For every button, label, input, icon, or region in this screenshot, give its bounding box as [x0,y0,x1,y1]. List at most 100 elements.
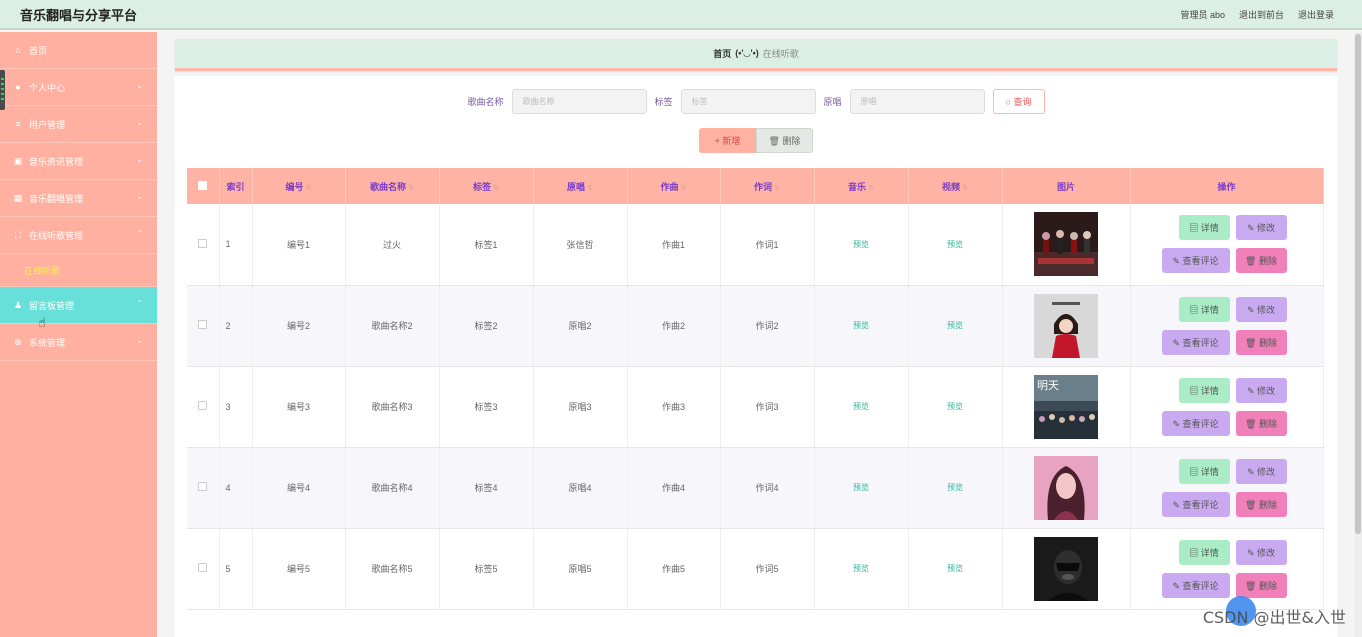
detail-button[interactable]: ▤ 详情 [1178,215,1230,241]
header-tag[interactable]: 标签 ⇅ [439,168,534,204]
cell-ops: ▤ 详情 ✎ 修改 ✎ 查看评论 🗑 删除 [1130,285,1324,367]
sort-icon: ⇅ [774,184,780,192]
sidebar-item-label: 音乐翻唱管理 [29,193,84,204]
cell-video: 预览 [908,366,1003,448]
breadcrumb: 首页 (•'◡'•) 在线听歌 [175,39,1337,71]
song-name-input[interactable] [511,89,647,114]
row-checkbox[interactable] [187,447,220,529]
tag-input[interactable] [680,89,816,114]
side-handle[interactable] [0,70,5,110]
header-orig[interactable]: 原唱 ⇅ [533,168,628,204]
edit-button[interactable]: ✎ 修改 [1235,296,1287,322]
header-composer[interactable]: 作曲 ⇅ [627,168,721,204]
detail-button[interactable]: ▤ 详情 [1178,539,1230,565]
edit-icon: ✎ [1246,304,1255,315]
sidebar-item-home[interactable]: ⌂ 首页 [0,32,157,69]
delete-button[interactable]: 🗑 删除 [1235,572,1287,598]
sidebar-item-system[interactable]: ⊗ 系统管理 ⌄ [0,324,157,361]
row-checkbox[interactable] [187,204,220,286]
scrollbar[interactable] [1354,32,1362,637]
detail-button[interactable]: ▤ 详情 [1178,296,1230,322]
edit-button[interactable]: ✎ 修改 [1235,377,1287,403]
view-comments-button[interactable]: ✎ 查看评论 [1161,572,1230,598]
add-button[interactable]: + 新增 [699,128,756,153]
trash-icon: 🗑 [1245,580,1257,591]
header-music[interactable]: 音乐 ⇅ [814,168,909,204]
sidebar-item-guestbook[interactable]: ♟ 留言板管理 ⌃ [0,287,157,324]
video-preview-link[interactable]: 预览 [947,402,963,411]
hand-cursor-icon: ☝ [38,315,46,330]
sidebar-item-users[interactable]: ≡ 用户管理 ⌄ [0,106,157,143]
music-preview-link[interactable]: 预览 [853,321,869,330]
music-preview-link[interactable]: 预览 [853,240,869,249]
delete-button[interactable]: 🗑 删除 [1235,410,1287,436]
sidebar-item-label: 个人中心 [29,82,66,93]
cell-composer: 作曲3 [627,366,721,448]
trash-icon: 🗑 [1245,418,1257,429]
detail-button[interactable]: ▤ 详情 [1178,377,1230,403]
edit-icon: ✎ [1246,466,1255,477]
original-singer-input[interactable] [849,89,985,114]
exit-to-front-link[interactable]: 退出到前台 [1239,8,1284,21]
grid-icon: ▦ [13,192,23,203]
delete-button[interactable]: 🗑 删除 [1235,329,1287,355]
cell-music: 预览 [814,528,909,610]
sort-icon: ⇅ [408,184,414,192]
search-icon: ○ [1005,97,1011,107]
sidebar-item-label: 系统管理 [29,337,66,348]
video-preview-link[interactable]: 预览 [947,321,963,330]
edit-button[interactable]: ✎ 修改 [1235,215,1287,241]
batch-delete-button[interactable]: 🗑 删除 [756,128,813,153]
cell-image [1002,528,1131,610]
cell-tag: 标签3 [439,366,534,448]
search-bar: 歌曲名称 标签 原唱 ○ 查询 [175,89,1337,114]
watermark: CSDN @出世&入世 [1202,608,1346,627]
header-code[interactable]: 编号 ⇅ [252,168,346,204]
view-comments-button[interactable]: ✎ 查看评论 [1161,248,1230,274]
select-all-checkbox[interactable] [187,168,220,204]
search-button[interactable]: ○ 查询 [992,89,1045,114]
sidebar-subitem-online-listen[interactable]: 在线听歌 [0,254,157,287]
detail-button[interactable]: ▤ 详情 [1178,458,1230,484]
cover-thumbnail [1034,293,1098,358]
cell-composer: 作曲1 [627,204,721,286]
edit-button[interactable]: ✎ 修改 [1235,458,1287,484]
logout-link[interactable]: 退出登录 [1298,8,1334,21]
sidebar-item-music-news[interactable]: ▣ 音乐资讯管理 ⌄ [0,143,157,180]
edit-button[interactable]: ✎ 修改 [1235,539,1287,565]
row-checkbox[interactable] [187,528,220,610]
cell-video: 预览 [908,285,1003,367]
top-bar: 音乐翻唱与分享平台 管理员 abo 退出到前台 退出登录 [0,0,1362,30]
video-preview-link[interactable]: 预览 [947,483,963,492]
header-ops: 操作 [1130,168,1324,204]
view-comments-button[interactable]: ✎ 查看评论 [1161,491,1230,517]
edit-icon: ✎ [1172,256,1180,267]
header-video[interactable]: 视频 ⇅ [908,168,1003,204]
sidebar-item-online-listen[interactable]: ⛶ 在线听歌管理 ⌃ [0,217,157,254]
sidebar-item-personal[interactable]: ● 个人中心 ⌄ [0,69,157,106]
cell-tag: 标签1 [439,204,534,286]
sidebar-item-covers[interactable]: ▦ 音乐翻唱管理 ⌄ [0,180,157,217]
view-comments-button[interactable]: ✎ 查看评论 [1161,410,1230,436]
trash-icon: 🗑 [1245,499,1257,510]
header-index: 索引 [219,168,253,204]
music-preview-link[interactable]: 预览 [853,483,869,492]
row-checkbox[interactable] [187,366,220,448]
delete-button[interactable]: 🗑 删除 [1235,248,1287,274]
batch-delete-label: 删除 [782,136,801,146]
row-checkbox[interactable] [187,285,220,367]
music-preview-link[interactable]: 预览 [853,564,869,573]
cell-composer: 作曲5 [627,528,721,610]
delete-button[interactable]: 🗑 删除 [1235,491,1287,517]
music-preview-link[interactable]: 预览 [853,402,869,411]
document-icon: ▤ [1189,304,1199,315]
header-lyricist[interactable]: 作词 ⇅ [720,168,815,204]
video-preview-link[interactable]: 预览 [947,240,963,249]
cell-code: 编号1 [252,204,346,286]
edit-icon: ✎ [1246,547,1255,558]
view-comments-button[interactable]: ✎ 查看评论 [1161,329,1230,355]
header-song[interactable]: 歌曲名称 ⇅ [345,168,440,204]
video-preview-link[interactable]: 预览 [947,564,963,573]
breadcrumb-home[interactable]: 首页 [713,47,731,60]
search-button-label: 查询 [1013,97,1032,107]
